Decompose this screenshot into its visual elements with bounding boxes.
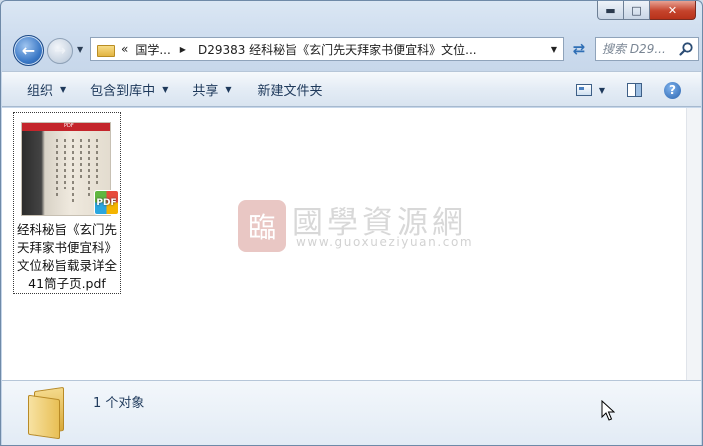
caption-buttons: ▬ □ ✕ — [597, 1, 696, 20]
text-column — [80, 139, 82, 179]
search-box[interactable] — [595, 37, 699, 61]
new-folder-button[interactable]: 新建文件夹 — [252, 76, 329, 102]
item-count: 1 个对象 — [93, 396, 145, 411]
pdf-icon: PDF — [94, 190, 119, 215]
share-menu[interactable]: 共享 ▼ — [186, 76, 237, 102]
refresh-button[interactable]: ⇄ — [567, 37, 591, 61]
chevron-right-icon[interactable]: ▶ — [180, 45, 186, 54]
forward-button[interactable]: → — [47, 38, 73, 64]
breadcrumb-item-current[interactable]: D29383 经科秘旨《玄门先天拜家书便宜科》文位... — [198, 41, 477, 58]
search-icon[interactable] — [678, 41, 694, 57]
back-button[interactable]: ← — [13, 35, 44, 66]
text-column — [72, 139, 74, 205]
toolbar-right: ▼ ? — [570, 72, 701, 108]
chevron-down-icon: ▼ — [598, 85, 605, 95]
watermark: 臨 國學資源網 www.guoxueziyuan.com — [238, 197, 478, 257]
help-button[interactable]: ? — [658, 77, 687, 103]
new-folder-label: 新建文件夹 — [257, 83, 323, 99]
organize-label: 组织 — [27, 83, 54, 99]
folder-icon — [28, 386, 68, 440]
organize-menu[interactable]: 组织 ▼ — [21, 76, 72, 102]
mouse-cursor-icon — [601, 400, 615, 421]
change-view-button[interactable]: ▼ — [570, 77, 611, 103]
help-icon: ? — [664, 81, 681, 99]
explorer-window: ▬ □ ✕ ← → ▼ « 国学... ▶ D29383 经科秘旨《玄门先天拜家… — [0, 0, 703, 446]
search-input[interactable] — [602, 42, 682, 56]
details-pane: 1 个对象 — [2, 380, 701, 445]
text-column — [64, 139, 66, 189]
arrow-right-icon: → — [54, 43, 66, 59]
breadcrumb-overflow[interactable]: « — [121, 42, 128, 56]
folder-icon — [97, 43, 115, 57]
chevron-down-icon: ▼ — [162, 84, 169, 94]
watermark-url: www.guoxueziyuan.com — [296, 235, 474, 249]
thumbnail-banner: PDF — [22, 123, 110, 131]
text-column — [96, 139, 98, 185]
thumbnail-banner-text: PDF — [64, 123, 74, 129]
chevron-down-icon: ▼ — [60, 84, 67, 94]
file-item[interactable]: PDF PDF 经科秘旨《玄门先天拜家书便宜科》文位秘旨载录详全41筒子页.pd… — [13, 112, 121, 294]
recent-pages-dropdown[interactable]: ▼ — [77, 45, 87, 55]
watermark-seal-icon: 臨 — [238, 200, 286, 252]
share-label: 共享 — [192, 83, 219, 99]
address-bar[interactable]: « 国学... ▶ D29383 经科秘旨《玄门先天拜家书便宜科》文位... ▼ — [90, 37, 564, 61]
include-in-library-label: 包含到库中 — [90, 83, 156, 99]
text-column — [56, 139, 58, 199]
text-column — [88, 139, 90, 197]
preview-pane-icon — [627, 83, 642, 97]
chevron-down-icon: ▼ — [550, 44, 558, 54]
refresh-icon: ⇄ — [572, 40, 586, 58]
include-in-library-menu[interactable]: 包含到库中 ▼ — [84, 76, 174, 102]
close-button[interactable]: ✕ — [650, 1, 696, 20]
pdf-badge-text: PDF — [96, 197, 117, 208]
file-list[interactable]: PDF PDF 经科秘旨《玄门先天拜家书便宜科》文位秘旨载录详全41筒子页.pd… — [2, 108, 686, 380]
maximize-button[interactable]: □ — [624, 1, 650, 20]
address-dropdown[interactable]: ▼ — [545, 38, 563, 60]
breadcrumb-item-guoxue[interactable]: 国学... — [135, 41, 170, 58]
chevron-down-icon: ▼ — [225, 84, 232, 94]
arrow-left-icon: ← — [21, 41, 36, 60]
vertical-scrollbar[interactable] — [686, 108, 701, 380]
minimize-button[interactable]: ▬ — [597, 1, 624, 20]
chevron-down-icon: ▼ — [77, 45, 84, 54]
file-name: 经科秘旨《玄门先天拜家书便宜科》文位秘旨载录详全41筒子页.pdf — [16, 222, 117, 291]
command-bar: 组织 ▼ 包含到库中 ▼ 共享 ▼ 新建文件夹 ▼ ? — [2, 71, 701, 107]
preview-pane-button[interactable] — [621, 77, 648, 103]
view-icon — [575, 84, 592, 96]
navigation-bar: ← → ▼ « 国学... ▶ D29383 经科秘旨《玄门先天拜家书便宜科》文… — [9, 33, 699, 69]
